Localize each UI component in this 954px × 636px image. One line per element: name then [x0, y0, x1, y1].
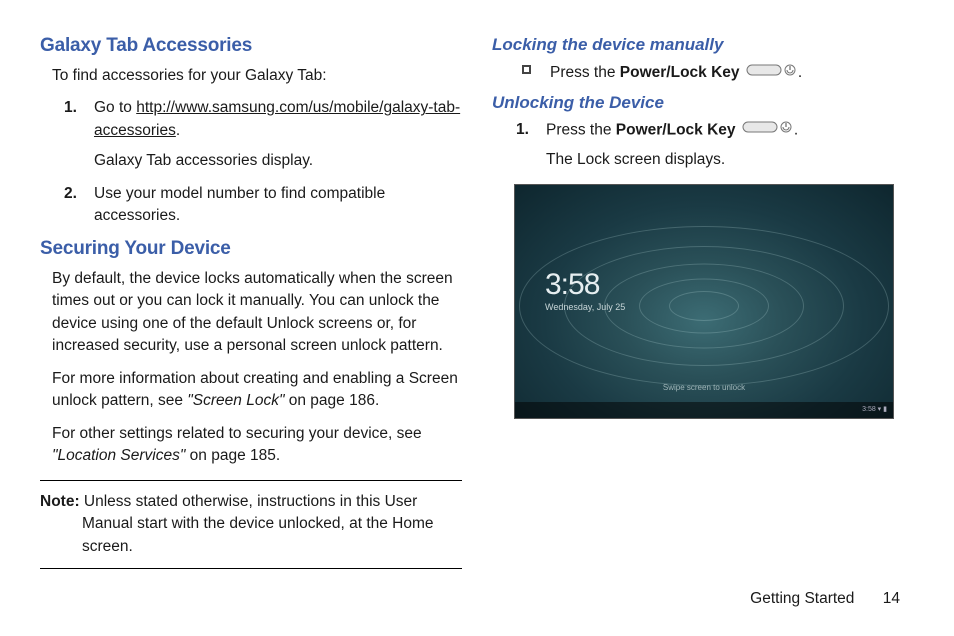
- right-column: Locking the device manually Press the Po…: [492, 35, 914, 569]
- lock-date: Wednesday, July 25: [545, 302, 625, 312]
- square-bullet-icon: [522, 65, 531, 74]
- status-time: 3:58: [862, 406, 876, 413]
- heading-unlocking: Unlocking the Device: [492, 93, 914, 113]
- status-bar: 3:58 ▾ ▮: [515, 402, 893, 418]
- power-lock-key-label: Power/Lock Key: [616, 121, 736, 138]
- text: Go to: [94, 99, 136, 116]
- step-2: 2. Use your model number to find compati…: [64, 183, 462, 228]
- heading-accessories: Galaxy Tab Accessories: [40, 35, 462, 57]
- page-number: 14: [883, 590, 900, 607]
- unlocking-steps: 1. Press the Power/Lock Key . The Lock s…: [516, 119, 914, 172]
- power-lock-key-label: Power/Lock Key: [620, 64, 740, 81]
- text: Press the: [550, 64, 620, 81]
- note-block: Note: Unless stated otherwise, instructi…: [40, 480, 462, 569]
- heading-locking: Locking the device manually: [492, 35, 914, 55]
- text: .: [794, 121, 798, 138]
- text: Press the: [546, 121, 616, 138]
- heading-securing: Securing Your Device: [40, 238, 462, 260]
- page-footer: Getting Started 14: [750, 590, 900, 608]
- step-1: 1. Press the Power/Lock Key . The Lock s…: [516, 119, 914, 172]
- text: .: [176, 122, 180, 139]
- text: For other settings related to securing y…: [52, 425, 422, 442]
- bullet-item: Press the Power/Lock Key .: [522, 61, 914, 85]
- text: on page 185.: [185, 447, 280, 464]
- step-1: 1. Go to http://www.samsung.com/us/mobil…: [64, 97, 462, 172]
- step-number: 1.: [64, 97, 77, 119]
- securing-p1: By default, the device locks automatical…: [52, 268, 462, 358]
- power-lock-key-icon: [742, 119, 792, 141]
- locking-bullets: Press the Power/Lock Key .: [522, 61, 914, 85]
- lock-screen-screenshot: 3:58 Wednesday, July 25 Swipe screen to …: [514, 184, 894, 419]
- text: on page 186.: [284, 392, 379, 409]
- lock-clock: 3:58 Wednesday, July 25: [545, 270, 625, 312]
- step-1-sub: The Lock screen displays.: [546, 149, 914, 171]
- step-number: 2.: [64, 183, 77, 205]
- step-text: Use your model number to find compatible…: [94, 185, 385, 224]
- note-text: Unless stated otherwise, instructions in…: [80, 493, 434, 555]
- securing-p3: For other settings related to securing y…: [52, 423, 462, 468]
- left-column: Galaxy Tab Accessories To find accessori…: [40, 35, 462, 569]
- accessories-intro: To find accessories for your Galaxy Tab:: [52, 65, 462, 87]
- note-label: Note:: [40, 493, 80, 510]
- samsung-accessories-link[interactable]: http://www.samsung.com/us/mobile/galaxy-…: [94, 99, 460, 138]
- manual-page: Galaxy Tab Accessories To find accessori…: [40, 35, 914, 569]
- securing-p2: For more information about creating and …: [52, 368, 462, 413]
- text: .: [798, 64, 802, 81]
- step-text: Go to http://www.samsung.com/us/mobile/g…: [94, 99, 460, 138]
- screen-lock-ref: "Screen Lock": [187, 392, 284, 409]
- location-services-ref: "Location Services": [52, 447, 185, 464]
- accessories-steps: 1. Go to http://www.samsung.com/us/mobil…: [64, 97, 462, 227]
- power-lock-key-icon: [746, 61, 796, 84]
- step-1-sub: Galaxy Tab accessories display.: [94, 150, 462, 172]
- swipe-hint: Swipe screen to unlock: [663, 383, 745, 392]
- lock-time: 3:58: [545, 270, 625, 300]
- step-number: 1.: [516, 119, 529, 141]
- section-name: Getting Started: [750, 590, 854, 607]
